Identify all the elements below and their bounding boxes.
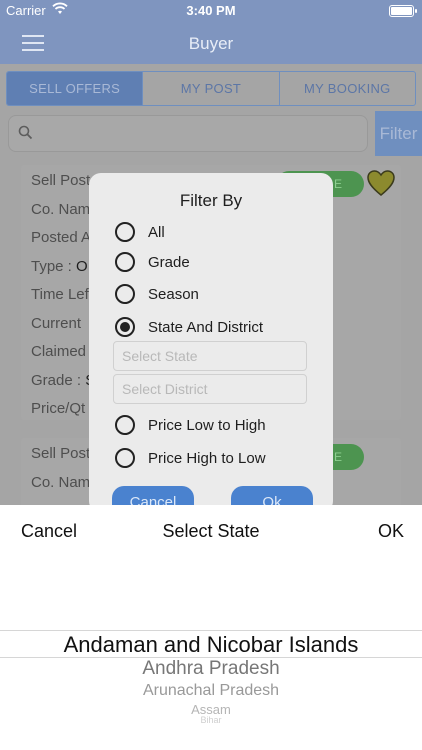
status-time: 3:40 PM [186, 3, 236, 18]
tab-my-booking[interactable]: MY BOOKING [278, 72, 415, 105]
tab-sell-offers[interactable]: SELL OFFERS [7, 72, 143, 105]
filter-button[interactable]: Filter [375, 111, 422, 156]
select-state-field[interactable]: Select State [113, 341, 307, 371]
card-row: Price/Qt [31, 400, 86, 417]
filter-option-all[interactable]: All [115, 222, 165, 242]
card-row: Type : O [31, 258, 88, 275]
card-row: Co. Nam [31, 474, 91, 491]
screen: Carrier 3:40 PM Buyer SELL OFFERS MY POS… [0, 0, 422, 750]
card-row: Sell Post [31, 172, 91, 189]
radio-off-icon [115, 222, 135, 242]
radio-off-icon [115, 448, 135, 468]
card-row: Current [31, 315, 82, 332]
filter-dialog: Filter By All Grade Season State And Dis… [89, 173, 333, 513]
radio-off-icon [115, 252, 135, 272]
battery-icon [389, 5, 417, 17]
status-bar: Carrier 3:40 PM [0, 0, 422, 22]
picker-toolbar: Cancel Select State OK [0, 505, 422, 557]
card-row: Sell Post [31, 445, 91, 462]
filter-option-price-high-low[interactable]: Price High to Low [115, 448, 266, 468]
card-row: Claimed [31, 343, 87, 360]
segmented-tabs: SELL OFFERS MY POST MY BOOKING [6, 71, 416, 106]
heart-icon[interactable] [366, 169, 396, 197]
filter-option-season[interactable]: Season [115, 284, 199, 304]
card-row: Co. Nam [31, 201, 91, 218]
dialog-title: Filter By [179, 191, 243, 210]
card-row: Grade : S [31, 372, 95, 389]
picker-ok-button[interactable]: OK [378, 521, 404, 542]
search-input[interactable] [8, 115, 368, 152]
picker-item[interactable]: Arunachal Pradesh [0, 682, 422, 700]
tab-my-post[interactable]: MY POST [142, 72, 278, 105]
picker-title: Select State [162, 521, 260, 541]
nav-bar: Buyer [0, 22, 422, 64]
select-district-field[interactable]: Select District [113, 374, 307, 404]
radio-off-icon [115, 284, 135, 304]
state-picker-sheet: Cancel Select State OK Andaman and Nicob… [0, 505, 422, 750]
card-row: Posted A [31, 229, 92, 246]
radio-off-icon [115, 415, 135, 435]
search-icon [18, 125, 33, 143]
filter-option-state-district[interactable]: State And District [115, 317, 263, 337]
filter-option-grade[interactable]: Grade [115, 252, 190, 272]
picker-item[interactable]: Andhra Pradesh [0, 658, 422, 680]
radio-on-icon [115, 317, 135, 337]
card-row: Time Lef [31, 286, 89, 303]
picker-item[interactable]: Andaman and Nicobar Islands [0, 632, 422, 658]
picker-selection-line [0, 630, 422, 631]
page-title: Buyer [188, 34, 234, 53]
picker-item[interactable]: Bihar [0, 715, 422, 725]
filter-option-price-low-high[interactable]: Price Low to High [115, 415, 266, 435]
